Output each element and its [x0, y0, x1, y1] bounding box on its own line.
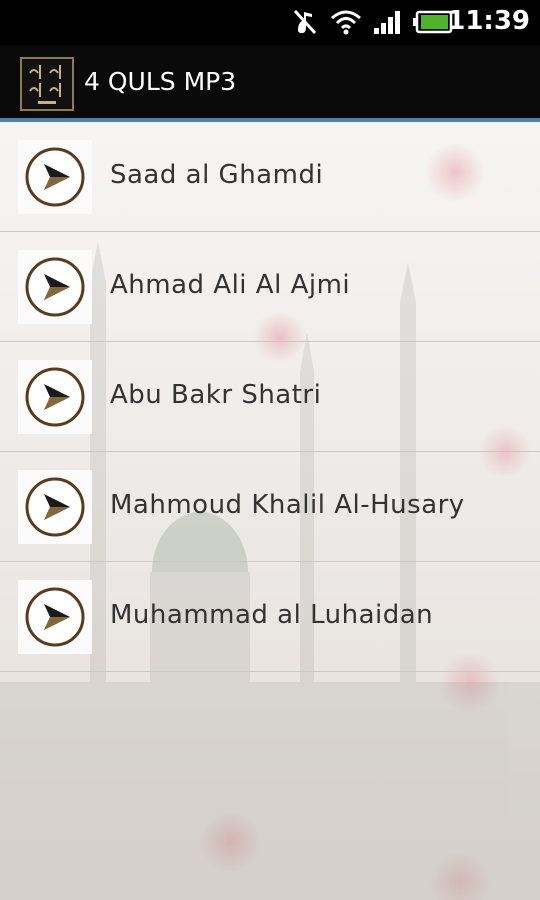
- signal-icon: [374, 11, 400, 34]
- play-icon: [18, 470, 92, 544]
- list-item[interactable]: Abu Bakr Shatri: [0, 342, 540, 452]
- list-item-label: Saad al Ghamdi: [110, 160, 324, 190]
- app-logo: [20, 57, 74, 111]
- app-bar: 4 QULS MP3: [0, 45, 540, 122]
- list-item[interactable]: Saad al Ghamdi: [0, 122, 540, 232]
- list-item-label: Abu Bakr Shatri: [110, 380, 322, 410]
- list-item-label: Muhammad al Luhaidan: [110, 600, 434, 630]
- wifi-icon: [331, 10, 361, 35]
- app-title: 4 QULS MP3: [84, 67, 237, 96]
- list-item-label: Ahmad Ali Al Ajmi: [110, 270, 351, 300]
- mute-icon: [293, 9, 317, 35]
- list-item[interactable]: Mahmoud Khalil Al-Husary: [0, 452, 540, 562]
- play-icon: [18, 140, 92, 214]
- status-bar: 11:39: [0, 0, 540, 45]
- play-icon: [18, 360, 92, 434]
- play-icon: [18, 250, 92, 324]
- list-item[interactable]: Ahmad Ali Al Ajmi: [0, 232, 540, 342]
- list-item-label: Mahmoud Khalil Al-Husary: [110, 490, 465, 520]
- reciter-list: Saad al Ghamdi Ahmad Ali Al Ajmi Abu Bak…: [0, 122, 540, 672]
- list-item[interactable]: Muhammad al Luhaidan: [0, 562, 540, 672]
- play-icon: [18, 580, 92, 654]
- clock: 11:39: [447, 6, 530, 36]
